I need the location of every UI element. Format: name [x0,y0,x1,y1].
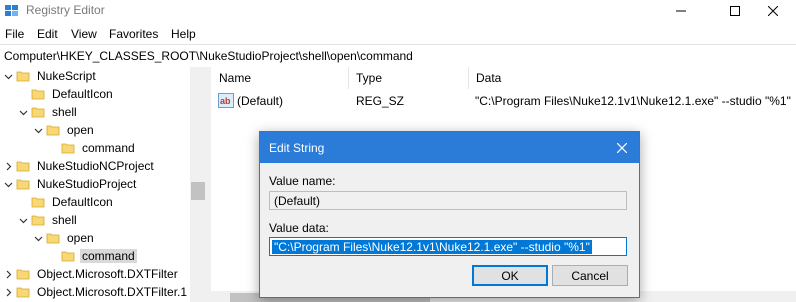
tree-item-label: command [80,249,137,263]
value-data-label: Value data: [269,221,329,235]
close-icon [616,142,627,153]
tree-item-open-2[interactable]: open [32,229,96,247]
tree-item-dxtfilter[interactable]: Object.Microsoft.DXTFilter [2,265,180,283]
minimize-icon [676,10,686,12]
tree-item-dxtfilter-1[interactable]: Object.Microsoft.DXTFilter.1 [2,283,189,301]
tree-item-defaulticon-2[interactable]: DefaultIcon [17,193,115,211]
folder-icon [46,125,60,136]
tree-item-label: Object.Microsoft.DXTFilter.1 [37,285,188,299]
tree-item-label: Object.Microsoft.DXTFilter [37,267,178,281]
tree-item-label: command [82,141,135,155]
key-tree: NukeScript DefaultIcon shell open comman… [0,67,206,302]
address-bar[interactable]: Computer\HKEY_CLASSES_ROOT\NukeStudioPro… [0,44,796,68]
value-name-cell: (Default) [237,94,284,108]
tree-item-label: NukeStudioNCProject [37,159,154,173]
chevron-down-icon[interactable] [2,67,14,85]
tree-scrollbar-thumb[interactable] [191,182,205,200]
chevron-down-icon[interactable] [17,103,29,121]
value-name-label: Value name: [269,174,336,188]
value-type-cell: REG_SZ [356,94,405,108]
svg-text:ab: ab [220,96,231,106]
menu-help[interactable]: Help [171,27,196,41]
tree-item-nukestudioproject[interactable]: NukeStudioProject [2,175,138,193]
menu-bar: File Edit View Favorites Help [0,24,796,44]
menu-file[interactable]: File [5,27,24,41]
folder-icon [16,179,30,190]
chevron-right-icon[interactable] [2,157,14,175]
tree-item-shell[interactable]: shell [17,103,79,121]
tree-item-open[interactable]: open [32,121,96,139]
tree-item-label: NukeStudioProject [37,177,137,191]
tree-item-label: DefaultIcon [52,195,113,209]
chevron-down-icon[interactable] [32,121,44,139]
table-row[interactable]: ab (Default) REG_SZ "C:\Program Files\Nu… [211,91,796,111]
chevron-down-icon[interactable] [32,229,44,247]
tree-item-shell-2[interactable]: shell [17,211,79,229]
tree-item-command-selected[interactable]: command [47,247,137,265]
tree-item-label: open [67,123,94,137]
menu-edit[interactable]: Edit [37,27,58,41]
chevron-right-icon[interactable] [2,283,14,301]
edit-string-dialog: Edit String Value name: (Default) Value … [259,131,640,298]
tree-item-label: shell [52,213,77,227]
tree-item-label: NukeScript [37,69,96,83]
tree-item-nukestudioncproject[interactable]: NukeStudioNCProject [2,157,156,175]
title-bar: Registry Editor [0,0,796,22]
value-name-field: (Default) [269,191,627,210]
column-header-name[interactable]: Name [211,67,348,89]
tree-item-nukescript[interactable]: NukeScript [2,67,98,85]
dialog-title-bar: Edit String [260,132,639,163]
folder-icon [46,233,60,244]
ok-button[interactable]: OK [472,265,548,286]
chevron-down-icon[interactable] [2,175,14,193]
value-data-text: "C:\Program Files\Nuke12.1v1\Nuke12.1.ex… [272,240,592,254]
maximize-icon [730,6,740,16]
chevron-down-icon[interactable] [17,211,29,229]
column-header-type[interactable]: Type [348,67,468,89]
tree-item-command[interactable]: command [47,139,137,157]
menu-favorites[interactable]: Favorites [109,27,158,41]
folder-icon [31,89,45,100]
tree-item-defaulticon[interactable]: DefaultIcon [17,85,115,103]
value-name-text: (Default) [274,194,321,208]
address-path: Computer\HKEY_CLASSES_ROOT\NukeStudioPro… [4,49,413,63]
dialog-close-button[interactable] [604,132,639,163]
folder-icon [16,161,30,172]
folder-icon [31,197,45,208]
folder-icon [31,107,45,118]
value-data-field[interactable]: "C:\Program Files\Nuke12.1v1\Nuke12.1.ex… [269,237,627,256]
menu-view[interactable]: View [71,27,97,41]
tree-item-label: shell [52,105,77,119]
value-data-cell: "C:\Program Files\Nuke12.1v1\Nuke12.1.ex… [475,94,791,108]
chevron-right-icon[interactable] [2,265,14,283]
tree-item-label: open [67,231,94,245]
folder-icon [61,143,75,154]
folder-open-icon [61,251,75,262]
string-value-icon: ab [218,93,234,108]
minimize-button[interactable] [658,0,704,22]
close-icon [768,6,778,16]
dialog-title: Edit String [269,141,325,155]
tree-item-label: DefaultIcon [52,87,113,101]
close-window-button[interactable] [750,0,796,22]
folder-icon [31,215,45,226]
window-title: Registry Editor [26,3,105,17]
folder-icon [16,269,30,280]
column-header-data[interactable]: Data [468,67,796,89]
folder-icon [16,71,30,82]
folder-icon [16,287,30,298]
cancel-button[interactable]: Cancel [552,265,628,286]
registry-editor-icon [5,5,18,16]
